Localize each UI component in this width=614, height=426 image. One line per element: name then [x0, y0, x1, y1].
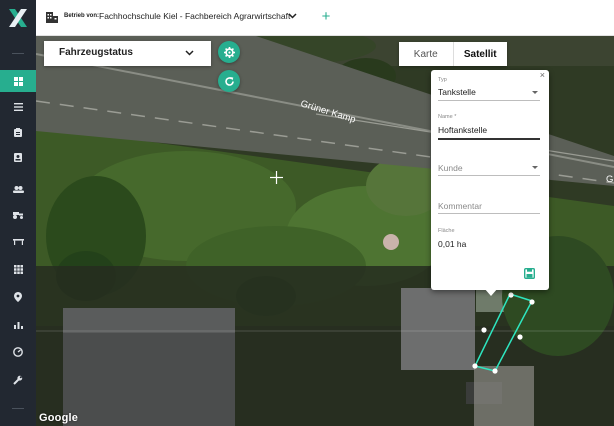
name-input[interactable]: Hoftankstelle	[438, 125, 487, 135]
implement-icon	[12, 239, 24, 245]
refresh-icon	[224, 76, 234, 86]
sidebar-item-map-pin[interactable]	[0, 286, 36, 308]
chevron-down-icon	[185, 50, 194, 56]
wrench-icon	[13, 375, 23, 385]
map-pin-icon	[14, 292, 22, 302]
field-info-popup: × Typ Tankstelle Name * Hoftankstelle Ku…	[431, 70, 549, 290]
farm-building-icon	[46, 12, 58, 23]
gear-icon	[223, 46, 235, 58]
flaeche-value: 0,01 ha	[438, 239, 467, 249]
tractor-icon	[13, 212, 23, 219]
sidebar-divider-bottom	[12, 408, 24, 409]
sidebar-item-implement[interactable]	[0, 231, 36, 253]
betrieb-label: Betrieb von:	[64, 13, 100, 19]
sidebar-item-statistics[interactable]	[0, 314, 36, 336]
chevron-down-icon[interactable]	[288, 11, 297, 20]
refresh-button[interactable]	[218, 70, 240, 92]
app-logo[interactable]	[0, 0, 36, 36]
name-label: Name *	[438, 114, 457, 120]
badge-icon	[14, 152, 22, 162]
dashboard-icon	[13, 76, 23, 86]
sidebar-item-gauge[interactable]	[0, 341, 36, 363]
sidebar-item-tractor[interactable]	[0, 204, 36, 226]
sidebar-divider	[12, 53, 24, 54]
sidebar-item-clipboard[interactable]	[0, 121, 36, 143]
grid-icon	[13, 264, 23, 274]
vehicle-status-label: Fahrzeugstatus	[59, 47, 133, 58]
flaeche-label: Fläche	[438, 228, 455, 234]
typ-underline	[438, 100, 540, 101]
name-underline	[438, 138, 540, 140]
sidebar-item-badge[interactable]	[0, 146, 36, 168]
save-icon[interactable]	[524, 268, 535, 279]
map-type-toggle: Karte Satellit	[399, 42, 507, 66]
top-bar: Betrieb von: Fachhochschule Kiel - Fachb…	[36, 0, 614, 36]
typ-caret-icon	[532, 91, 538, 94]
clipboard-icon	[14, 127, 22, 137]
x-logo-icon	[9, 9, 27, 27]
sidebar-item-dashboard[interactable]	[0, 70, 36, 92]
map-type-karte[interactable]: Karte	[399, 42, 453, 66]
list-icon	[13, 103, 23, 111]
popup-tail	[484, 288, 498, 296]
betrieb-select[interactable]: Fachhochschule Kiel - Fachbereich Agrarw…	[99, 11, 290, 21]
map-type-satellit[interactable]: Satellit	[452, 42, 508, 66]
sidebar-item-grid[interactable]	[0, 258, 36, 280]
kunde-underline	[438, 175, 540, 176]
sidebar-item-settings[interactable]	[0, 369, 36, 391]
kunde-caret-icon	[532, 166, 538, 169]
sidebar-item-list[interactable]	[0, 96, 36, 118]
gauge-icon	[13, 347, 23, 357]
users-icon	[12, 185, 24, 193]
vehicle-status-select[interactable]: Fahrzeugstatus	[44, 41, 211, 66]
typ-select[interactable]: Tankstelle	[438, 87, 476, 97]
settings-button[interactable]	[218, 41, 240, 63]
sidebar	[0, 0, 36, 426]
kommentar-input[interactable]: Kommentar	[438, 201, 482, 211]
street-label-edge: G	[606, 174, 613, 185]
crosshair-icon	[270, 171, 283, 184]
add-button[interactable]: +	[319, 8, 333, 26]
google-attribution: Google	[39, 412, 79, 424]
kunde-select[interactable]: Kunde	[438, 163, 463, 173]
sidebar-item-users[interactable]	[0, 178, 36, 200]
typ-label: Typ	[438, 77, 447, 83]
close-button[interactable]: ×	[540, 71, 545, 80]
bar-chart-icon	[13, 322, 23, 329]
kommentar-underline	[438, 213, 540, 214]
